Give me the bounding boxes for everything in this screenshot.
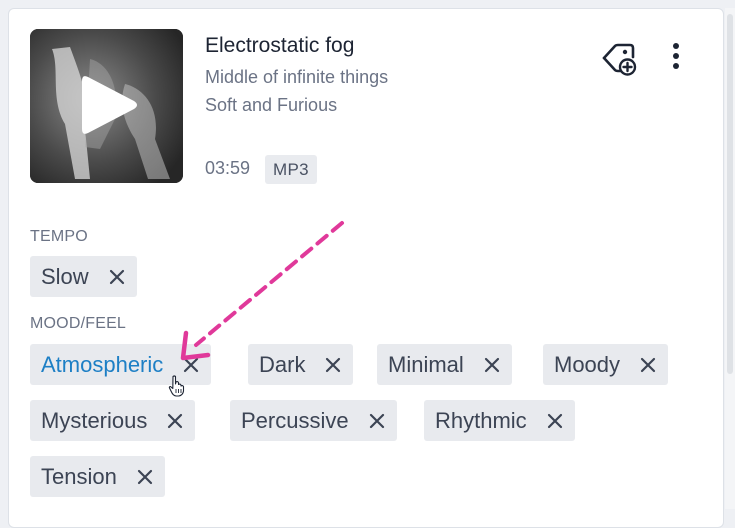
play-icon[interactable]: [82, 73, 138, 137]
track-duration: 03:59: [205, 158, 251, 178]
artist-name[interactable]: Soft and Furious: [205, 95, 337, 116]
tag-chip-percussive[interactable]: Percussive: [230, 400, 397, 441]
more-vertical-icon[interactable]: [664, 40, 688, 76]
close-icon[interactable]: [547, 413, 563, 429]
tag-label: Tension: [41, 463, 117, 489]
tag-chip-mysterious[interactable]: Mysterious: [30, 400, 196, 441]
track-thumbnail[interactable]: [30, 29, 183, 183]
tag-label: Moody: [554, 351, 621, 377]
format-badge: MP3: [265, 155, 317, 184]
close-icon[interactable]: [484, 357, 500, 373]
album-name[interactable]: Middle of infinite things: [205, 67, 388, 88]
tag-chip-tension[interactable]: Tension: [30, 456, 165, 497]
tempo-label: TEMPO: [30, 228, 88, 245]
tag-chip-minimal[interactable]: Minimal: [377, 344, 512, 385]
scrollbar[interactable]: [725, 8, 735, 509]
close-icon[interactable]: [167, 413, 183, 429]
tag-plus-icon[interactable]: [601, 40, 637, 76]
scrollbar-thumb[interactable]: [727, 14, 733, 374]
tag-chip-dark[interactable]: Dark: [248, 344, 354, 385]
tag-chip-slow[interactable]: Slow: [30, 256, 137, 297]
close-icon[interactable]: [640, 357, 656, 373]
tag-chip-moody[interactable]: Moody: [543, 344, 669, 385]
close-icon[interactable]: [369, 413, 385, 429]
tag-label: Slow: [41, 263, 89, 289]
tag-chip-rhythmic[interactable]: Rhythmic: [424, 400, 575, 441]
tag-label: Mysterious: [41, 407, 148, 433]
close-icon[interactable]: [183, 357, 199, 373]
tag-label: Atmospheric: [41, 351, 164, 377]
mood-label: MOOD/FEEL: [30, 315, 127, 332]
close-icon[interactable]: [325, 357, 341, 373]
tag-label: Dark: [259, 351, 306, 377]
tag-label: Percussive: [241, 407, 349, 433]
tag-label: Rhythmic: [435, 407, 527, 433]
tag-label: Minimal: [388, 351, 464, 377]
track-title[interactable]: Electrostatic fog: [205, 34, 354, 58]
close-icon[interactable]: [109, 269, 125, 285]
close-icon[interactable]: [137, 469, 153, 485]
tag-chip-atmospheric[interactable]: Atmospheric: [30, 344, 212, 385]
